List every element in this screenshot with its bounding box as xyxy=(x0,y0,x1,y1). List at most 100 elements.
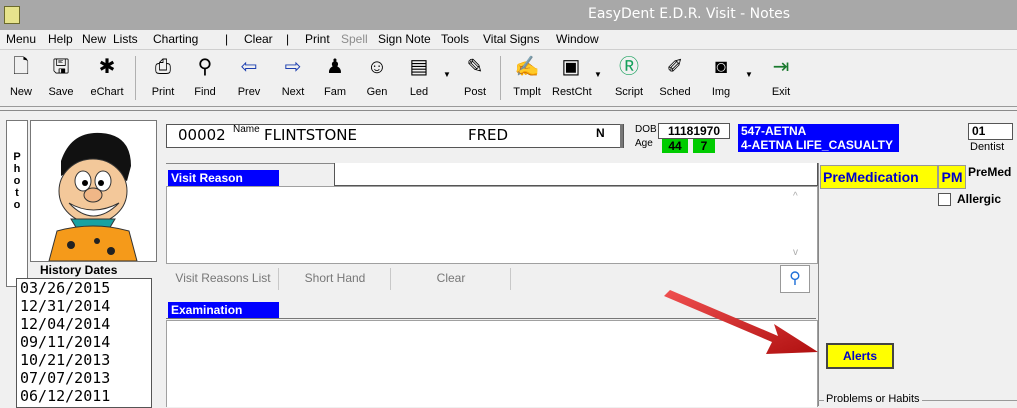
template-icon: ✍ xyxy=(514,56,540,78)
menu-window[interactable]: Window xyxy=(556,32,599,46)
dentist-label: Dentist xyxy=(970,141,1005,153)
title-bar: EasyDent E.D.R. Visit - Notes xyxy=(0,0,1017,30)
visit-reasons-list-button[interactable]: Visit Reasons List xyxy=(168,268,279,290)
age-months: 7 xyxy=(693,139,715,153)
menu-print[interactable]: Print xyxy=(305,32,330,46)
photo-tab[interactable]: Photo xyxy=(6,120,28,287)
next-button[interactable]: ⇨ Next xyxy=(274,52,312,102)
list-item[interactable]: 06/12/2011 xyxy=(17,387,151,405)
prev-button[interactable]: ⇦ Prev xyxy=(230,52,268,102)
print-button[interactable]: ⎙ Print xyxy=(144,52,182,102)
tmplt-button[interactable]: ✍ Tmplt xyxy=(508,52,546,102)
img-dropdown-arrow-icon[interactable]: ▼ xyxy=(745,70,753,79)
name-label: Name xyxy=(233,124,260,135)
menu-vital-signs[interactable]: Vital Signs xyxy=(483,32,539,46)
list-item[interactable]: 09/11/2014 xyxy=(17,333,151,351)
scroll-down-icon[interactable]: v xyxy=(793,247,798,258)
age-label: Age xyxy=(635,138,653,149)
arrow-right-icon: ⇨ xyxy=(284,56,302,78)
red-arrow-annotation xyxy=(664,290,818,354)
examination-title: Examination xyxy=(168,302,279,318)
menu-bar: Menu Help New Lists Charting | Clear | P… xyxy=(0,30,1017,50)
restcht-button[interactable]: ▣ RestCht xyxy=(552,52,592,102)
dob-field: 11181970 xyxy=(658,123,730,139)
person-icon: ☺ xyxy=(366,56,388,78)
img-button[interactable]: ◙ Img xyxy=(702,52,740,102)
dentist-number[interactable]: 01 xyxy=(968,123,1013,140)
script-button[interactable]: Ⓡ Script xyxy=(610,52,648,102)
list-item[interactable]: 12/04/2014 xyxy=(17,315,151,333)
age-years: 44 xyxy=(662,139,688,153)
menu-help[interactable]: Help xyxy=(48,32,73,46)
post-button[interactable]: ✎ Post xyxy=(456,52,494,102)
app-icon[interactable] xyxy=(4,6,20,24)
clear-button[interactable]: Clear xyxy=(392,268,511,290)
patient-last-name[interactable]: FLINTSTONE xyxy=(264,126,357,144)
menu-lists[interactable]: Lists xyxy=(113,32,138,46)
new-button[interactable]: 🗋 New xyxy=(2,52,40,102)
restcht-dropdown-arrow-icon[interactable]: ▼ xyxy=(594,70,602,79)
pen-icon: ✎ xyxy=(466,56,484,78)
restorative-chart-icon: ▣ xyxy=(561,56,581,78)
dob-label: DOB xyxy=(635,124,657,135)
window-title: EasyDent E.D.R. Visit - Notes xyxy=(588,6,791,22)
prescription-icon: Ⓡ xyxy=(619,56,639,78)
led-button[interactable]: ▤ Led xyxy=(400,52,438,102)
menu-spell[interactable]: Spell xyxy=(341,32,368,46)
exit-button[interactable]: ⇥ Exit xyxy=(762,52,800,102)
menu-tools[interactable]: Tools xyxy=(441,32,469,46)
gen-button[interactable]: ☺ Gen xyxy=(358,52,396,102)
menu-sign-note[interactable]: Sign Note xyxy=(378,32,431,46)
premed-label: PreMed xyxy=(968,165,1012,179)
tooth-chart-icon: ✱ xyxy=(98,56,116,78)
primary-insurance[interactable]: 547-AETNA xyxy=(738,124,899,138)
list-item[interactable]: 03/26/2015 xyxy=(17,279,151,297)
short-hand-button[interactable]: Short Hand xyxy=(280,268,391,290)
patient-id: 00002 xyxy=(178,126,226,144)
patient-first-name[interactable]: FRED xyxy=(468,126,508,144)
list-item[interactable]: 07/07/2013 xyxy=(17,369,151,387)
secondary-insurance[interactable]: 4-AETNA LIFE_CASUALTY xyxy=(738,138,899,152)
patient-avatar xyxy=(48,132,138,262)
menu-menu[interactable]: Menu xyxy=(6,32,36,46)
ledger-icon: ▤ xyxy=(409,56,429,78)
list-item[interactable]: 12/31/2014 xyxy=(17,297,151,315)
problems-habits-label: Problems or Habits xyxy=(824,393,922,405)
menu-charting[interactable]: Charting xyxy=(153,32,198,46)
floppy-disk-icon: 🖫 xyxy=(52,56,70,78)
echart-button[interactable]: ✱ eChart xyxy=(88,52,126,102)
scroll-up-icon[interactable]: ^ xyxy=(793,191,798,202)
visit-reason-title: Visit Reason xyxy=(168,170,279,186)
menu-separator: | xyxy=(225,32,229,46)
patient-middle-initial[interactable]: N xyxy=(596,126,605,140)
history-dates-title: History Dates xyxy=(40,263,118,277)
pm-label[interactable]: PM xyxy=(938,165,966,189)
printer-icon: ⎙ xyxy=(155,56,171,78)
family-icon: ♟ xyxy=(326,56,344,78)
save-button[interactable]: 🖫 Save xyxy=(42,52,80,102)
divider xyxy=(0,110,1017,111)
patient-photo xyxy=(30,120,157,262)
alerts-button[interactable]: Alerts xyxy=(826,343,894,369)
camera-icon: ◙ xyxy=(714,56,728,78)
list-item[interactable]: 10/21/2013 xyxy=(17,351,151,369)
allergic-label: Allergic xyxy=(957,192,1002,206)
menu-new[interactable]: New xyxy=(82,32,106,46)
find-button[interactable]: ⚲ Find xyxy=(186,52,224,102)
arrow-left-icon: ⇦ xyxy=(240,56,258,78)
allergic-checkbox[interactable] xyxy=(938,193,951,206)
led-dropdown-arrow-icon[interactable]: ▼ xyxy=(443,70,451,79)
sched-button[interactable]: ✐ Sched xyxy=(656,52,694,102)
menu-clear[interactable]: Clear xyxy=(244,32,273,46)
menu-separator: | xyxy=(286,32,290,46)
premedication-label[interactable]: PreMedication xyxy=(820,165,938,189)
history-dates-list[interactable]: 03/26/2015 12/31/2014 12/04/2014 09/11/2… xyxy=(16,278,152,408)
binoculars-icon: ⚲ xyxy=(197,56,213,78)
fam-button[interactable]: ♟ Fam xyxy=(316,52,354,102)
visit-reason-text[interactable]: ^ v xyxy=(166,186,818,264)
exit-door-icon: ⇥ xyxy=(772,56,790,78)
schedule-icon: ✐ xyxy=(666,56,684,78)
visit-reason-input[interactable] xyxy=(334,163,818,186)
new-document-icon: 🗋 xyxy=(12,56,30,78)
toolbar: 🗋 New 🖫 Save ✱ eChart ⎙ Print ⚲ Find ⇦ Prev ⇨ N… xyxy=(0,50,1017,107)
